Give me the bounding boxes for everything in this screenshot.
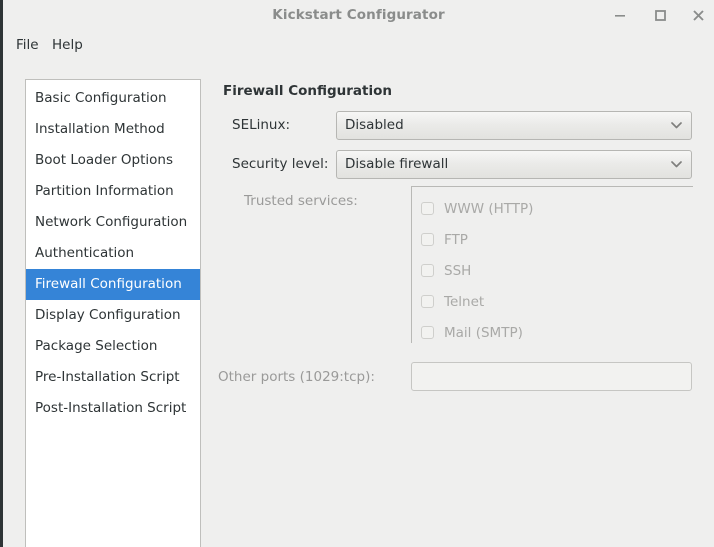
security-level-dropdown[interactable]: Disable firewall xyxy=(336,150,692,179)
trusted-services-label: Trusted services: xyxy=(244,193,358,209)
trusted-service-label: SSH xyxy=(444,263,472,279)
sidebar-item-installation-method[interactable]: Installation Method xyxy=(26,114,200,145)
other-ports-label: Other ports (1029:tcp): xyxy=(218,369,375,385)
checkbox-icon[interactable] xyxy=(421,295,434,308)
title-bar: Kickstart Configurator xyxy=(3,0,714,30)
main-panel: Firewall Configuration SELinux: Disabled… xyxy=(201,61,714,547)
checkbox-icon[interactable] xyxy=(421,264,434,277)
checkbox-icon[interactable] xyxy=(421,233,434,246)
sidebar-item-display-configuration[interactable]: Display Configuration xyxy=(26,300,200,331)
sidebar-item-basic-configuration[interactable]: Basic Configuration xyxy=(26,83,200,114)
trusted-service-label: WWW (HTTP) xyxy=(444,201,534,217)
menu-item-file[interactable]: File xyxy=(12,30,43,61)
sidebar-item-package-selection[interactable]: Package Selection xyxy=(26,331,200,362)
sidebar-item-pre-installation-script[interactable]: Pre-Installation Script xyxy=(26,362,200,393)
chevron-down-icon xyxy=(671,160,682,169)
sidebar-item-post-installation-script[interactable]: Post-Installation Script xyxy=(26,393,200,424)
trusted-services-list: WWW (HTTP) FTP SSH Telnet Mail (SMTP) xyxy=(411,186,693,343)
maximize-icon xyxy=(655,10,666,21)
selinux-label: SELinux: xyxy=(232,117,291,133)
minimize-button[interactable] xyxy=(608,3,632,27)
checkbox-icon[interactable] xyxy=(421,202,434,215)
section-list: Basic Configuration Installation Method … xyxy=(25,79,201,547)
close-icon xyxy=(693,10,704,21)
chevron-down-icon xyxy=(671,121,682,130)
sidebar-item-partition-information[interactable]: Partition Information xyxy=(26,176,200,207)
application-window: Kickstart Configurator File Help Basic C… xyxy=(3,0,714,547)
page-title: Firewall Configuration xyxy=(223,83,393,99)
close-button[interactable] xyxy=(686,3,710,27)
trusted-service-label: FTP xyxy=(444,232,468,248)
menu-bar: File Help xyxy=(3,30,714,61)
security-level-value: Disable firewall xyxy=(345,156,449,172)
minimize-icon xyxy=(615,15,625,17)
selinux-dropdown[interactable]: Disabled xyxy=(336,111,692,140)
selinux-value: Disabled xyxy=(345,117,404,133)
menu-item-help[interactable]: Help xyxy=(48,30,87,61)
sidebar-item-boot-loader-options[interactable]: Boot Loader Options xyxy=(26,145,200,176)
list-top-border xyxy=(411,186,693,187)
sidebar-item-network-configuration[interactable]: Network Configuration xyxy=(26,207,200,238)
maximize-button[interactable] xyxy=(648,3,672,27)
checkbox-icon[interactable] xyxy=(421,326,434,339)
sidebar-item-firewall-configuration[interactable]: Firewall Configuration xyxy=(26,269,200,300)
trusted-service-label: Telnet xyxy=(444,294,485,310)
security-level-label: Security level: xyxy=(232,156,329,172)
trusted-service-label: Mail (SMTP) xyxy=(444,325,523,341)
other-ports-input[interactable] xyxy=(411,362,692,391)
list-left-border xyxy=(411,186,412,343)
sidebar-item-authentication[interactable]: Authentication xyxy=(26,238,200,269)
